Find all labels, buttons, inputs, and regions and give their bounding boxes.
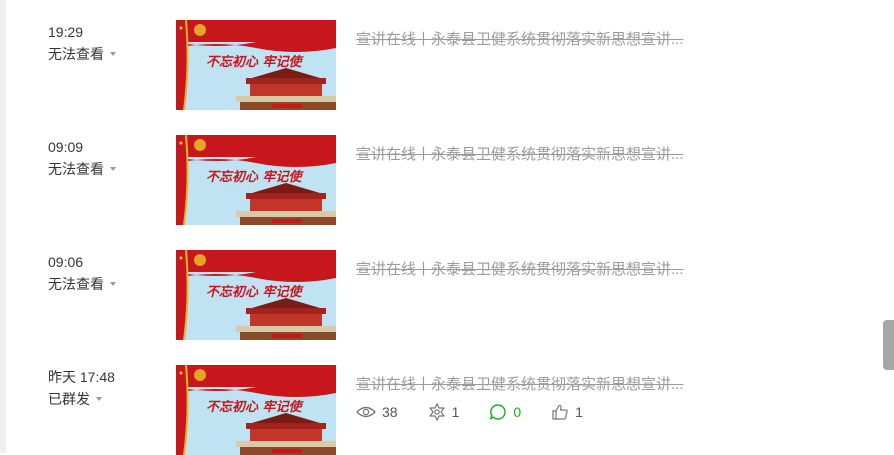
article-row[interactable]: 19:29 无法查看 不忘初心 牢记使 宣讲在线丨永泰县卫健系统贯彻落实新思想宣…	[0, 20, 880, 120]
status-dropdown[interactable]: 无法查看	[48, 45, 116, 63]
thumbs-up-icon	[552, 404, 568, 420]
status-label: 无法查看	[48, 276, 104, 292]
publish-time: 昨天 17:48	[48, 369, 115, 385]
chevron-down-icon	[110, 167, 116, 171]
banner-text: 不忘初心 牢记使	[206, 399, 305, 415]
banner-text: 不忘初心 牢记使	[206, 54, 305, 70]
article-thumbnail[interactable]: 不忘初心 牢记使	[176, 20, 336, 110]
banner-text: 不忘初心 牢记使	[206, 169, 305, 185]
article-stats: 38 1 0 1	[356, 402, 613, 422]
comment-count[interactable]: 0	[489, 403, 521, 421]
article-title[interactable]: 宣讲在线丨永泰县卫健系统贯彻落实新思想宣讲...	[356, 375, 716, 395]
status-dropdown[interactable]: 已群发	[48, 390, 102, 408]
article-title[interactable]: 宣讲在线丨永泰县卫健系统贯彻落实新思想宣讲...	[356, 30, 716, 50]
article-list: 19:29 无法查看 不忘初心 牢记使 宣讲在线丨永泰县卫健系统贯彻落实新思想宣…	[0, 0, 894, 455]
article-thumbnail[interactable]: 不忘初心 牢记使	[176, 135, 336, 225]
status-dropdown[interactable]: 无法查看	[48, 275, 116, 293]
article-title[interactable]: 宣讲在线丨永泰县卫健系统贯彻落实新思想宣讲...	[356, 145, 716, 165]
publish-time: 19:29	[48, 24, 84, 40]
share-icon	[428, 403, 445, 421]
publish-time: 09:09	[48, 139, 84, 155]
like-count-value: 1	[575, 404, 583, 420]
status-label: 已群发	[48, 391, 90, 407]
banner-text: 不忘初心 牢记使	[206, 284, 305, 300]
article-row[interactable]: 09:09 无法查看 不忘初心 牢记使 宣讲在线丨永泰县卫健系统贯彻落实新思想宣…	[0, 135, 880, 235]
like-count[interactable]: 1	[551, 403, 583, 421]
eye-icon	[356, 406, 376, 418]
status-dropdown[interactable]: 无法查看	[48, 160, 116, 178]
article-thumbnail[interactable]: 不忘初心 牢记使	[176, 365, 336, 455]
comment-icon	[489, 404, 507, 421]
article-thumbnail[interactable]: 不忘初心 牢记使	[176, 250, 336, 340]
comment-count-value: 0	[513, 404, 522, 420]
share-count-value: 1	[451, 404, 460, 420]
scrollbar-thumb[interactable]	[883, 320, 894, 370]
view-count-value: 38	[382, 404, 398, 420]
article-title[interactable]: 宣讲在线丨永泰县卫健系统贯彻落实新思想宣讲...	[356, 260, 716, 280]
chevron-down-icon	[110, 282, 116, 286]
status-label: 无法查看	[48, 46, 104, 62]
share-count[interactable]: 1	[428, 403, 460, 421]
publish-time: 09:06	[48, 254, 84, 270]
chevron-down-icon	[96, 397, 102, 401]
status-label: 无法查看	[48, 161, 104, 177]
chevron-down-icon	[110, 52, 116, 56]
article-row[interactable]: 09:06 无法查看 不忘初心 牢记使 宣讲在线丨永泰县卫健系统贯彻落实新思想宣…	[0, 250, 880, 350]
article-row[interactable]: 昨天 17:48 已群发 不忘初心 牢记使 宣讲在线丨永泰县卫健系统贯彻落实新思…	[0, 365, 880, 455]
view-count[interactable]: 38	[356, 404, 398, 420]
